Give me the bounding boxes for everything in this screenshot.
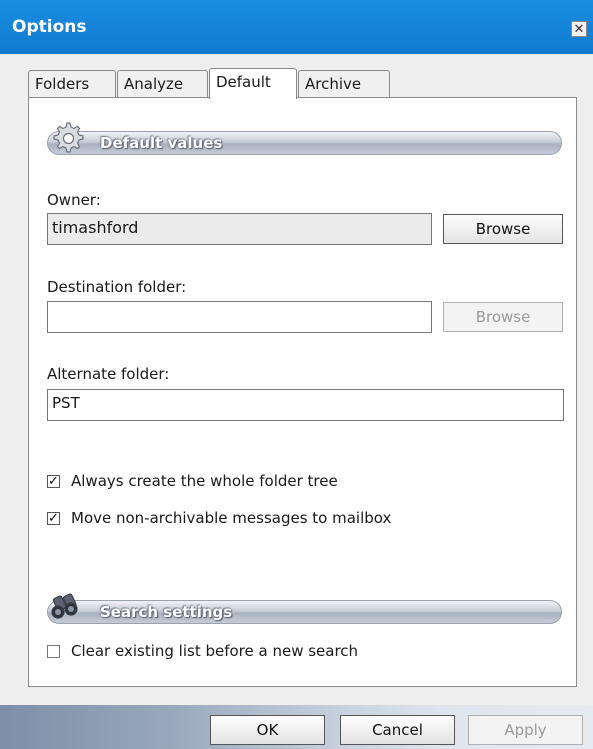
options-dialog: Options ✕ Folders Analyze Default Archiv… bbox=[0, 0, 593, 749]
dialog-footer: OK Cancel Apply bbox=[0, 705, 593, 749]
close-icon[interactable]: ✕ bbox=[571, 21, 587, 37]
checkbox-box[interactable] bbox=[47, 644, 60, 658]
tab-default[interactable]: Default bbox=[209, 68, 297, 99]
tab-label: Default bbox=[216, 73, 271, 91]
checkbox-label: Move non-archivable messages to mailbox bbox=[71, 509, 392, 527]
owner-label: Owner: bbox=[47, 191, 101, 209]
ok-button[interactable]: OK bbox=[210, 715, 325, 745]
tab-label: Archive bbox=[305, 75, 362, 93]
destination-folder-label: Destination folder: bbox=[47, 278, 187, 296]
clear-existing-list-checkbox[interactable]: Clear existing list before a new search bbox=[47, 642, 358, 660]
search-settings-title: Search settings bbox=[100, 603, 233, 621]
owner-browse-button[interactable]: Browse bbox=[443, 214, 563, 244]
apply-button[interactable]: Apply bbox=[468, 715, 583, 745]
window-title: Options bbox=[12, 17, 87, 37]
destination-folder-field[interactable] bbox=[47, 301, 432, 333]
default-values-header: Default values bbox=[47, 122, 562, 155]
tab-panel-default: Default values Owner: timashford Browse … bbox=[28, 97, 577, 687]
checkbox-box[interactable]: ✓ bbox=[47, 474, 60, 488]
move-non-archivable-checkbox[interactable]: ✓ Move non-archivable messages to mailbo… bbox=[47, 509, 391, 527]
alternate-folder-label: Alternate folder: bbox=[47, 365, 170, 383]
title-bar: Options ✕ bbox=[0, 0, 593, 54]
alternate-folder-field[interactable]: PST bbox=[47, 389, 564, 421]
tab-label: Folders bbox=[35, 75, 90, 93]
default-values-title: Default values bbox=[100, 134, 223, 152]
destination-browse-button[interactable]: Browse bbox=[443, 302, 563, 332]
checkbox-label: Clear existing list before a new search bbox=[71, 642, 359, 660]
tab-archive[interactable]: Archive bbox=[298, 70, 390, 98]
tab-folders[interactable]: Folders bbox=[28, 70, 116, 98]
tab-analyze[interactable]: Analyze bbox=[117, 70, 208, 98]
binoculars-icon bbox=[50, 591, 84, 625]
owner-field[interactable]: timashford bbox=[47, 213, 432, 245]
always-create-tree-checkbox[interactable]: ✓ Always create the whole folder tree bbox=[47, 472, 338, 490]
checkbox-label: Always create the whole folder tree bbox=[71, 472, 338, 490]
cancel-button[interactable]: Cancel bbox=[340, 715, 455, 745]
search-settings-header: Search settings bbox=[47, 593, 562, 624]
tab-label: Analyze bbox=[124, 75, 184, 93]
checkbox-box[interactable]: ✓ bbox=[47, 511, 60, 525]
gear-icon bbox=[50, 120, 84, 158]
